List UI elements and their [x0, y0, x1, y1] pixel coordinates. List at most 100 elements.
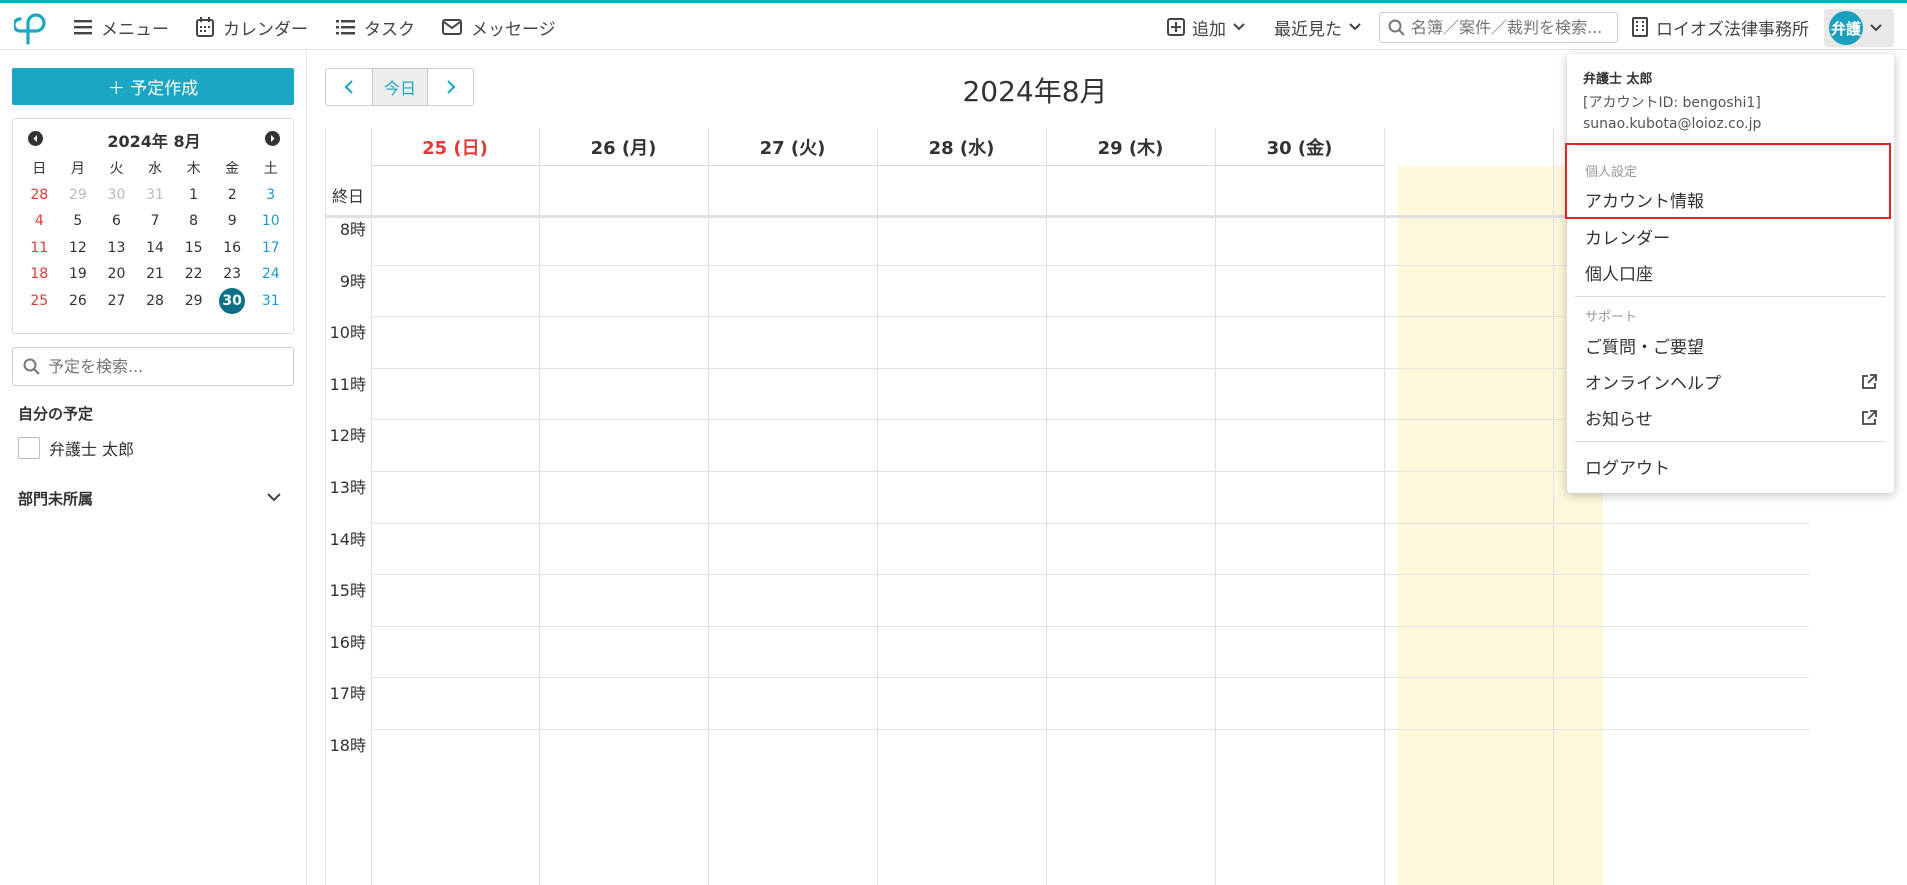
menu-item-calendar[interactable]: カレンダー: [1585, 224, 1877, 249]
mini-cal-day[interactable]: 30: [213, 287, 252, 315]
mini-cal-day[interactable]: 12: [59, 235, 98, 262]
mini-cal-day[interactable]: 29: [174, 288, 213, 315]
global-search[interactable]: [1379, 12, 1618, 43]
menu-item-online-help[interactable]: オンラインヘルプ: [1585, 369, 1877, 394]
grid-vline: [371, 128, 372, 885]
dropdown-account-id: [アカウントID: bengoshi1]: [1583, 95, 1761, 111]
mini-cal-day-label: 30: [107, 186, 126, 203]
today-button[interactable]: 今日: [373, 69, 427, 105]
mini-cal-day[interactable]: 31: [136, 182, 175, 209]
chevron-left-icon: [344, 80, 353, 94]
prev-week-button[interactable]: [326, 69, 373, 105]
user-checkbox-row[interactable]: 弁護士 太郎: [18, 436, 134, 460]
app-header: メニュー カレンダー タスク メッセージ 追加 最近見た ロイオズ法律事務所 弁…: [0, 3, 1907, 50]
hour-label: 18時: [329, 736, 366, 755]
mini-cal-day-label: 9: [227, 213, 237, 230]
mini-cal-day[interactable]: 14: [136, 235, 175, 262]
global-search-input[interactable]: [1411, 18, 1611, 37]
mini-calendar: 2024年 8月 日 月 火 水 木 金 土 28 29 30 31 1 2 3 4 5 6 7 8 9…: [12, 118, 294, 334]
mini-cal-day[interactable]: 17: [251, 235, 290, 262]
mail-icon: [442, 19, 462, 35]
nav-messages-label: メッセージ: [471, 19, 556, 40]
next-week-button[interactable]: [427, 69, 473, 105]
menu-item-personal-account[interactable]: 個人口座: [1585, 260, 1877, 285]
day-header[interactable]: 30 (金): [1215, 128, 1384, 166]
mini-cal-day[interactable]: 7: [136, 208, 175, 235]
mini-cal-day[interactable]: 8: [174, 208, 213, 235]
calendar-icon: [196, 17, 214, 37]
mini-cal-day[interactable]: 20: [97, 261, 136, 288]
hour-gridline: [371, 574, 1809, 576]
office-selector[interactable]: ロイオズ法律事務所: [1632, 14, 1809, 40]
chevron-down-icon: [1870, 24, 1882, 32]
menu-item-label: お知らせ: [1585, 410, 1653, 430]
nav-tasks[interactable]: タスク: [336, 14, 415, 40]
mini-cal-day[interactable]: 24: [251, 261, 290, 288]
chevron-down-icon[interactable]: [266, 492, 282, 503]
day-header[interactable]: 28 (水): [877, 128, 1046, 166]
user-menu-toggle[interactable]: 弁護: [1824, 9, 1894, 47]
mini-cal-day[interactable]: 6: [97, 208, 136, 235]
mini-cal-day-label: 29: [184, 292, 203, 309]
mini-cal-day[interactable]: 15: [174, 235, 213, 262]
mini-cal-day[interactable]: 10: [251, 208, 290, 235]
mini-cal-day[interactable]: 31: [251, 288, 290, 315]
mini-cal-day[interactable]: 23: [213, 261, 252, 288]
mini-cal-day[interactable]: 29: [59, 182, 98, 209]
grid-vline: [1553, 128, 1554, 885]
user-checkbox[interactable]: [18, 437, 40, 459]
mini-cal-day-label: 19: [68, 266, 87, 283]
mini-cal-day-label: 5: [73, 213, 83, 230]
day-header[interactable]: 26 (月): [539, 128, 708, 166]
mini-cal-next-icon[interactable]: [265, 131, 280, 146]
mini-cal-day-label: 6: [111, 213, 121, 230]
sidebar: ＋ 予定作成 2024年 8月 日 月 火 水 木 金 土 28 29 30 31 1 2…: [0, 51, 307, 885]
day-header[interactable]: 27 (火): [708, 128, 877, 166]
schedule-search-input[interactable]: [48, 357, 288, 376]
schedule-search[interactable]: [12, 347, 294, 386]
weekday-label: 土: [263, 161, 278, 178]
mini-cal-day[interactable]: 28: [20, 182, 59, 209]
mini-cal-day[interactable]: 3: [251, 182, 290, 209]
recent-dropdown[interactable]: 最近見た: [1274, 14, 1362, 40]
hour-label: 12時: [329, 426, 366, 446]
mini-cal-day[interactable]: 30: [97, 182, 136, 209]
menu-item-logout[interactable]: ログアウト: [1585, 454, 1877, 479]
menu-item-label: 個人口座: [1585, 265, 1653, 285]
grid-vline: [1384, 128, 1385, 885]
mini-cal-day[interactable]: 11: [20, 235, 59, 262]
mini-cal-day[interactable]: 4: [20, 208, 59, 235]
weekday-label: 木: [186, 161, 201, 178]
mini-cal-day[interactable]: 1: [174, 182, 213, 209]
day-header[interactable]: 29 (木): [1046, 128, 1215, 166]
mini-cal-day[interactable]: 5: [59, 208, 98, 235]
office-name: ロイオズ法律事務所: [1656, 19, 1809, 40]
department-label: 部門未所属: [18, 490, 94, 508]
mini-cal-day[interactable]: 22: [174, 261, 213, 288]
mini-cal-day[interactable]: 21: [136, 261, 175, 288]
mini-cal-day[interactable]: 13: [97, 235, 136, 262]
day-header[interactable]: 25 (日): [371, 128, 539, 166]
mini-cal-day-label: 4: [34, 213, 44, 230]
nav-menu[interactable]: メニュー: [74, 14, 169, 40]
mini-cal-day[interactable]: 9: [213, 208, 252, 235]
create-event-button[interactable]: ＋ 予定作成: [12, 68, 294, 105]
nav-messages[interactable]: メッセージ: [442, 14, 556, 40]
mini-cal-day[interactable]: 25: [20, 288, 59, 315]
weekday-label: 火: [109, 161, 124, 178]
mini-cal-day[interactable]: 28: [136, 288, 175, 315]
app-logo-icon[interactable]: [14, 9, 52, 47]
menu-item-news[interactable]: お知らせ: [1585, 405, 1877, 430]
mini-cal-day[interactable]: 2: [213, 182, 252, 209]
nav-calendar[interactable]: カレンダー: [196, 14, 308, 40]
mini-cal-day[interactable]: 27: [97, 288, 136, 315]
menu-item-label: カレンダー: [1585, 229, 1670, 249]
divider: [1575, 441, 1886, 442]
menu-item-questions[interactable]: ご質問・ご要望: [1585, 333, 1877, 358]
mini-cal-day[interactable]: 26: [59, 288, 98, 315]
weekday-label: 水: [148, 161, 163, 178]
add-dropdown[interactable]: 追加: [1167, 14, 1246, 40]
mini-cal-day[interactable]: 18: [20, 261, 59, 288]
mini-cal-day[interactable]: 19: [59, 261, 98, 288]
mini-cal-day[interactable]: 16: [213, 235, 252, 262]
